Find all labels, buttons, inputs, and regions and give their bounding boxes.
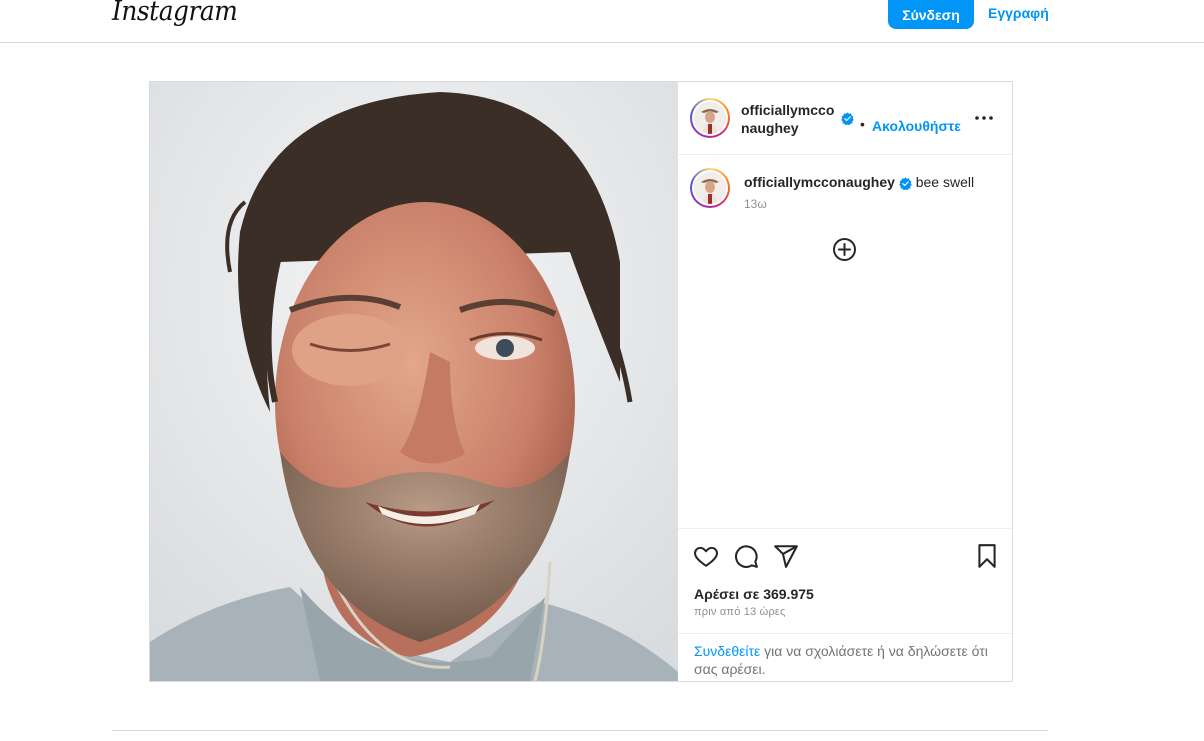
post-photo (150, 82, 678, 681)
add-circle-icon[interactable] (832, 237, 857, 262)
caption-text: bee swell (915, 174, 975, 190)
caption-username[interactable]: officiallymcconaughey (744, 174, 895, 190)
verified-badge-icon (841, 110, 854, 128)
top-navigation: Instagram Σύνδεση Εγγραφή (0, 0, 1204, 43)
post-timestamp[interactable]: πριν από 13 ώρες (694, 606, 786, 618)
signup-link[interactable]: Εγγραφή (988, 5, 1049, 21)
login-button[interactable]: Σύνδεση (888, 0, 974, 29)
avatar-image-icon (694, 172, 726, 204)
caption-avatar[interactable] (690, 168, 730, 208)
post-author-username[interactable]: officiallymcconaughey (741, 101, 841, 137)
heart-icon[interactable] (693, 543, 719, 569)
bookmark-icon[interactable] (974, 543, 1000, 569)
likes-count[interactable]: Αρέσει σε 369.975 (694, 586, 814, 602)
username-part-2[interactable]: aughey (750, 120, 799, 136)
post-actions: Αρέσει σε 369.975 πριν από 13 ώρες Συνδε… (678, 528, 1012, 683)
post-image[interactable] (150, 82, 678, 681)
login-link[interactable]: Συνδεθείτε (694, 643, 760, 659)
separator-dot: • (860, 116, 865, 132)
more-options-icon[interactable] (973, 107, 995, 129)
caption: officiallymcconaughey bee swell (744, 173, 974, 191)
post-card: officiallymcconaughey • Ακολουθήστε offi… (149, 81, 1013, 682)
paper-plane-icon[interactable] (773, 543, 799, 569)
comment-icon[interactable] (733, 543, 759, 569)
post-header: officiallymcconaughey • Ακολουθήστε (678, 82, 1012, 155)
avatar-image-icon (694, 102, 726, 134)
post-details-panel: officiallymcconaughey • Ακολουθήστε offi… (678, 82, 1012, 681)
caption-timestamp[interactable]: 13ω (744, 197, 767, 211)
avatar[interactable] (690, 98, 730, 138)
footer-divider (112, 730, 1048, 731)
verified-badge-icon (899, 174, 916, 190)
login-to-comment-prompt: Συνδεθείτε για να σχολιάσετε ή να δηλώσε… (678, 633, 1012, 682)
follow-button[interactable]: Ακολουθήστε (872, 118, 961, 134)
instagram-logo[interactable]: Instagram (112, 0, 238, 27)
